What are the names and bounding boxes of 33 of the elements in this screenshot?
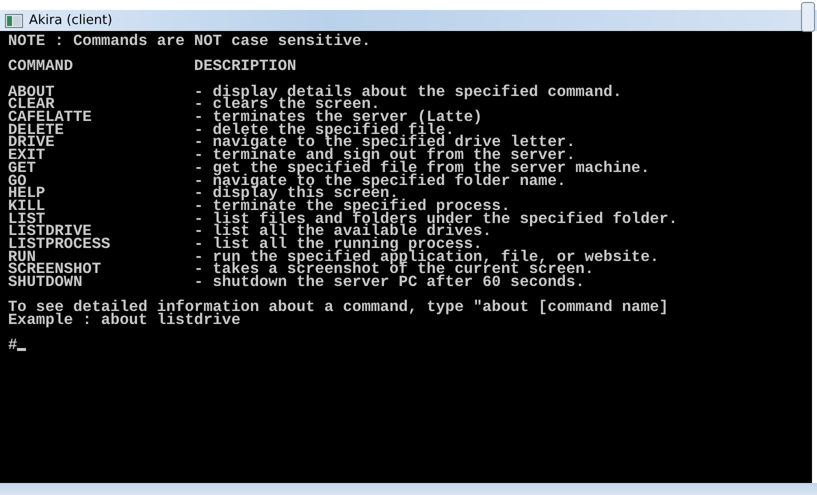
command-description: - terminate and sign out from the server. <box>194 149 576 162</box>
command-name: CLEAR <box>8 98 55 112</box>
command-description: - terminates the server (Latte) <box>194 111 482 124</box>
command-description: - list all the running process. <box>194 238 482 251</box>
command-name: ABOUT <box>8 86 56 98</box>
command-description: - list all the available drives. <box>194 225 492 238</box>
command-name: DRIVE <box>8 136 55 150</box>
command-description: - shutdown the server PC after 60 seconds. <box>194 276 585 289</box>
command-name: HELP <box>8 187 46 200</box>
column-header: DESCRIPTION <box>194 60 296 74</box>
command-name: CAFELATTE <box>8 111 93 124</box>
command-name: DELETE <box>8 124 64 136</box>
console-text: Example : about listdrive <box>8 314 241 327</box>
console-window-icon <box>5 14 23 28</box>
console-text: NOTE : Commands are NOT case sensitive. <box>8 35 372 48</box>
command-description: - terminate the specified process. <box>194 200 510 213</box>
column-header: COMMAND <box>8 60 74 74</box>
prompt: # <box>8 339 18 352</box>
command-name: LIST <box>8 212 46 226</box>
command-description: - get the specified file from the server machine. <box>194 162 650 175</box>
window-control-button[interactable] <box>801 2 815 32</box>
command-name: RUN <box>8 250 36 264</box>
command-name: LISTDRIVE <box>8 225 92 238</box>
command-name: KILL <box>8 200 46 213</box>
command-name: EXIT <box>8 149 46 162</box>
window-title: Akira (client) <box>29 13 112 28</box>
command-name: GO <box>8 174 27 188</box>
command-name: SHUTDOWN <box>8 276 82 289</box>
command-name: GET <box>8 162 36 175</box>
command-name: SCREENSHOT <box>8 263 102 276</box>
command-description: - display this screen. <box>194 187 399 200</box>
text-cursor <box>17 348 26 352</box>
command-name: LISTPROCESS <box>8 238 112 251</box>
